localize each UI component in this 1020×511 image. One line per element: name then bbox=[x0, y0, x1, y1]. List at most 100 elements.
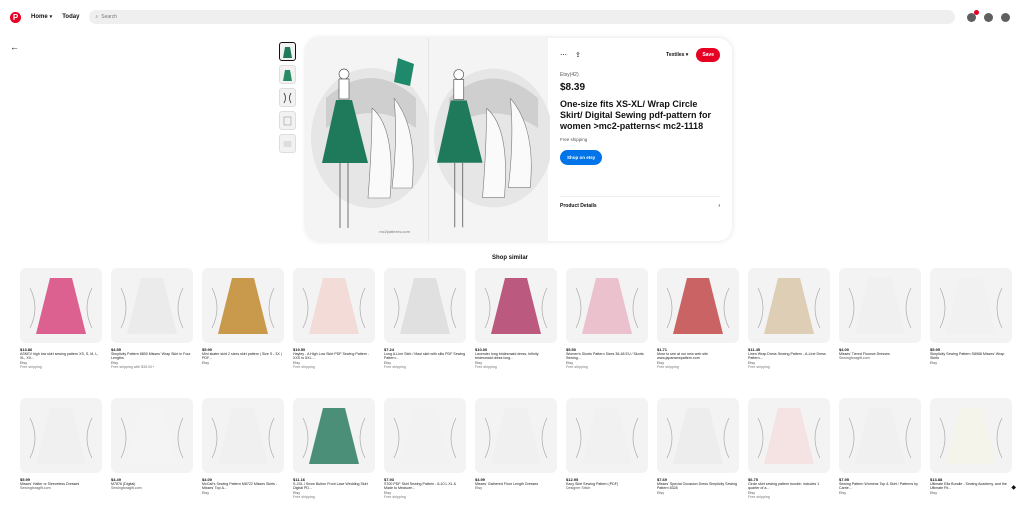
messages-icon[interactable] bbox=[984, 12, 993, 22]
product-tile[interactable]: $7.24 Long A-Line Skirt / Maxi skirt with… bbox=[384, 268, 466, 369]
product-title[interactable]: Circle skirt sewing pattern bundle: incl… bbox=[748, 482, 830, 491]
more-options-icon[interactable]: ⋯ bbox=[560, 51, 567, 59]
product-title[interactable]: Women's Skorts Pattern Sizes 36-48 EU / … bbox=[566, 352, 648, 361]
product-title[interactable]: Simplicity Pattern 8800 Misses' Wrap Ski… bbox=[111, 352, 193, 361]
thumbnail-1[interactable] bbox=[279, 42, 296, 61]
product-image[interactable] bbox=[839, 398, 921, 473]
today-link[interactable]: Today bbox=[62, 14, 79, 20]
product-image[interactable] bbox=[839, 268, 921, 343]
product-shipping: Free shipping bbox=[384, 364, 406, 369]
product-image[interactable] bbox=[384, 268, 466, 343]
product-tile[interactable]: $12.95 Kacy Skirt Sewing Pattern (PDF) Des… bbox=[566, 398, 648, 499]
pinterest-logo[interactable]: P bbox=[10, 11, 21, 23]
product-details-label: Product Details bbox=[560, 203, 597, 209]
product-tile[interactable]: $4.00 Misses' Tiered Flounce Dresses Sewin… bbox=[839, 268, 921, 369]
shop-on-etsy-button[interactable]: Shop on etsy bbox=[560, 150, 603, 165]
product-title[interactable]: Sewing Pattern Womens Top & Skirt / Patt… bbox=[839, 482, 921, 491]
product-image[interactable] bbox=[384, 398, 466, 473]
product-title[interactable]: Linen Wrap Dress Sewing Pattern - A-Line… bbox=[748, 352, 830, 361]
product-tile[interactable]: $6.75 Circle skirt sewing pattern bundle:… bbox=[748, 398, 830, 499]
board-selector[interactable]: Textiles ▾ bbox=[666, 52, 688, 58]
product-image[interactable] bbox=[293, 268, 375, 343]
product-image[interactable] bbox=[748, 268, 830, 343]
product-image[interactable] bbox=[20, 268, 102, 343]
product-title[interactable]: Ultimate Ella Bundle - Sewing Academy, a… bbox=[930, 482, 1012, 491]
product-tile[interactable]: $19.50 Hayley - A High Low Skirt PDF Sewi… bbox=[293, 268, 375, 369]
product-illustration bbox=[757, 278, 821, 334]
pin-closeup-card: mc2patterns.com ⋯ ⇪ Textiles ▾ Save Etsy… bbox=[306, 38, 732, 241]
product-title[interactable]: McCall's Sewing Pattern M8722 Misses Ski… bbox=[202, 482, 284, 491]
product-tile[interactable]: $11.16 S-2XL / Snow Button Front Lace Wed… bbox=[293, 398, 375, 499]
product-image[interactable] bbox=[202, 398, 284, 473]
back-arrow-icon[interactable]: ← bbox=[10, 42, 19, 52]
board-label: Textiles bbox=[666, 52, 685, 58]
product-image[interactable] bbox=[657, 268, 739, 343]
thumbnail-3[interactable] bbox=[279, 88, 296, 107]
product-image[interactable] bbox=[111, 268, 193, 343]
product-tile[interactable]: $5.95 Simplicity Sewing Pattern S8968 Mis… bbox=[930, 268, 1012, 369]
product-title: One-size fits XS-XL/ Wrap Circle Skirt/ … bbox=[560, 99, 712, 131]
product-image[interactable] bbox=[930, 268, 1012, 343]
product-tile[interactable]: $13.88 Ultimate Ella Bundle - Sewing Acad… bbox=[930, 398, 1012, 499]
product-tile[interactable]: $4.00 McCall's Sewing Pattern M8722 Misse… bbox=[202, 398, 284, 499]
product-tile[interactable]: $11.45 Linen Wrap Dress Sewing Pattern - … bbox=[748, 268, 830, 369]
product-title[interactable]: Simplicity Sewing Pattern S8968 Misses' … bbox=[930, 352, 1012, 361]
product-tile[interactable]: $7.93 S700 PDF Skirt Sewing Pattern - 8-1… bbox=[384, 398, 466, 499]
product-title[interactable]: Long A-Line Skirt / Maxi skirt with slit… bbox=[384, 352, 466, 361]
product-title[interactable]: ASKEV high low skirt sewing pattern XS, … bbox=[20, 352, 102, 361]
product-image[interactable] bbox=[202, 268, 284, 343]
product-illustration bbox=[939, 408, 1003, 464]
profile-avatar-icon[interactable] bbox=[1001, 12, 1010, 22]
product-tile[interactable]: $1.71 More to see at our new web site www… bbox=[657, 268, 739, 369]
product-title[interactable]: Lavender long bridesmaid dress, Infinity… bbox=[475, 352, 557, 361]
product-tile[interactable]: $5.99 Misses' Halter or Sleeveless Dresse… bbox=[20, 398, 102, 499]
thumbnail-2[interactable] bbox=[279, 65, 296, 84]
scroll-indicator-icon[interactable]: ◆ bbox=[1011, 484, 1016, 491]
product-details-row[interactable]: Product Details › bbox=[560, 196, 720, 209]
product-image[interactable] bbox=[111, 398, 193, 473]
product-image[interactable] bbox=[566, 398, 648, 473]
product-illustration bbox=[211, 408, 275, 464]
product-title[interactable]: Mini skater skirt 2 sizes skirt pattern … bbox=[202, 352, 284, 361]
product-tile[interactable]: $4.55 Simplicity Pattern 8800 Misses' Wra… bbox=[111, 268, 193, 369]
similar-products-row-1: $13.86 ASKEV high low skirt sewing patter… bbox=[20, 268, 1012, 369]
product-title[interactable]: S700 PDF Skirt Sewing Pattern - 8-10 L X… bbox=[384, 482, 466, 491]
product-tile[interactable]: $10.00 Lavender long bridesmaid dress, In… bbox=[475, 268, 557, 369]
top-navigation-bar: P Home ▾ Today ⌕ Search bbox=[0, 0, 1020, 34]
product-shipping: Free shipping bbox=[657, 364, 679, 369]
product-title[interactable]: Hayley - A High Low Skirt PDF Sewing Pat… bbox=[293, 352, 375, 361]
product-illustration bbox=[393, 408, 457, 464]
save-button[interactable]: Save bbox=[696, 48, 720, 62]
product-image[interactable] bbox=[475, 268, 557, 343]
product-illustration bbox=[666, 408, 730, 464]
search-input[interactable]: ⌕ Search bbox=[89, 10, 955, 24]
product-image[interactable] bbox=[293, 398, 375, 473]
share-icon[interactable]: ⇪ bbox=[575, 51, 581, 59]
product-illustration bbox=[211, 278, 275, 334]
product-illustration bbox=[393, 278, 457, 334]
seller-name[interactable]: Etsy(42) bbox=[560, 72, 720, 78]
product-image[interactable] bbox=[930, 398, 1012, 473]
product-title[interactable]: Misses' Special Occasion Dress Simplicit… bbox=[657, 482, 739, 491]
thumbnail-5[interactable] bbox=[279, 134, 296, 153]
product-tile[interactable]: $4.49 M7876 (Digital) Sewingforagift.com bbox=[111, 398, 193, 499]
product-tile[interactable]: $4.99 Misses' Gathered Floor Length Dress… bbox=[475, 398, 557, 499]
product-image[interactable] bbox=[475, 398, 557, 473]
home-link[interactable]: Home ▾ bbox=[31, 14, 52, 20]
notifications-icon[interactable] bbox=[967, 9, 979, 22]
product-title[interactable]: More to see at our new web site www.japa… bbox=[657, 352, 739, 361]
product-tile[interactable]: $7.95 Sewing Pattern Womens Top & Skirt /… bbox=[839, 398, 921, 499]
product-image[interactable] bbox=[20, 398, 102, 473]
product-tile[interactable]: $13.86 ASKEV high low skirt sewing patter… bbox=[20, 268, 102, 369]
product-tile[interactable]: $5.90 Mini skater skirt 2 sizes skirt pat… bbox=[202, 268, 284, 369]
product-title[interactable]: S-2XL / Snow Button Front Lace Wedding S… bbox=[293, 482, 375, 491]
product-illustration bbox=[575, 408, 639, 464]
product-shipping: Free shipping bbox=[748, 494, 770, 499]
product-tile[interactable]: $5.50 Women's Skorts Pattern Sizes 36-48 … bbox=[566, 268, 648, 369]
pin-image[interactable]: mc2patterns.com bbox=[306, 38, 550, 241]
product-image[interactable] bbox=[748, 398, 830, 473]
product-image[interactable] bbox=[566, 268, 648, 343]
thumbnail-4[interactable] bbox=[279, 111, 296, 130]
product-image[interactable] bbox=[657, 398, 739, 473]
product-tile[interactable]: $7.69 Misses' Special Occasion Dress Simp… bbox=[657, 398, 739, 499]
